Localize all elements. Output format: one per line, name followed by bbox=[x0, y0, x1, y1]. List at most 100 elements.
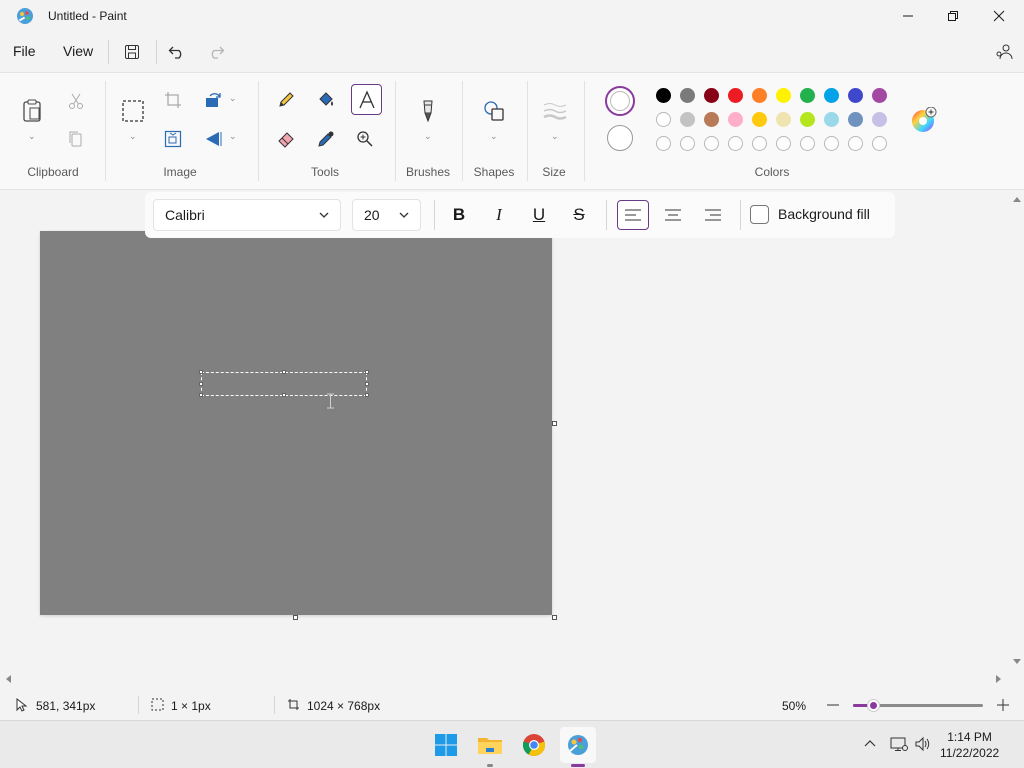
color-swatch[interactable] bbox=[752, 88, 767, 103]
canvas-resize-handle-bottom[interactable] bbox=[293, 615, 298, 620]
textbox-handle[interactable] bbox=[199, 370, 203, 374]
paste-button[interactable] bbox=[18, 97, 46, 125]
zoom-slider-thumb[interactable] bbox=[867, 700, 879, 711]
shapes-button[interactable] bbox=[480, 97, 508, 125]
color-swatch[interactable] bbox=[656, 88, 671, 103]
textbox-handle[interactable] bbox=[282, 393, 286, 397]
primary-color-swatch[interactable] bbox=[605, 86, 635, 116]
zoom-slider[interactable] bbox=[853, 700, 983, 711]
flip-button[interactable] bbox=[199, 125, 227, 153]
align-left-button[interactable] bbox=[617, 200, 649, 230]
canvas-resize-handle-corner[interactable] bbox=[552, 615, 557, 620]
color-swatch[interactable] bbox=[752, 112, 767, 127]
zoom-in-icon[interactable] bbox=[997, 699, 1009, 711]
color-swatch[interactable] bbox=[776, 88, 791, 103]
magnifier-button[interactable] bbox=[351, 125, 379, 153]
textbox-handle[interactable] bbox=[199, 382, 203, 386]
pencil-button[interactable] bbox=[272, 86, 300, 114]
resize-button[interactable] bbox=[159, 125, 187, 153]
start-button[interactable] bbox=[428, 727, 464, 763]
secondary-color-swatch[interactable] bbox=[607, 125, 633, 151]
copy-button[interactable] bbox=[62, 125, 90, 153]
save-button[interactable] bbox=[120, 40, 144, 64]
scroll-left-icon[interactable] bbox=[5, 675, 11, 683]
custom-color-slot[interactable] bbox=[680, 136, 695, 151]
custom-color-slot[interactable] bbox=[872, 136, 887, 151]
eraser-button[interactable] bbox=[272, 125, 300, 153]
align-right-button[interactable] bbox=[697, 200, 729, 230]
zoom-out-icon[interactable] bbox=[827, 704, 839, 706]
brushes-button[interactable] bbox=[414, 97, 442, 125]
italic-button[interactable]: I bbox=[483, 200, 515, 230]
crop-button[interactable] bbox=[159, 86, 187, 114]
brushes-dropdown-icon[interactable]: ⌄ bbox=[424, 131, 432, 142]
share-button[interactable] bbox=[992, 40, 1016, 64]
scroll-right-icon[interactable] bbox=[996, 675, 1002, 683]
custom-color-slot[interactable] bbox=[752, 136, 767, 151]
color-swatch[interactable] bbox=[800, 88, 815, 103]
color-swatch[interactable] bbox=[704, 88, 719, 103]
color-swatch[interactable] bbox=[872, 88, 887, 103]
color-swatch[interactable] bbox=[656, 112, 671, 127]
fill-button[interactable] bbox=[312, 86, 340, 114]
custom-color-slot[interactable] bbox=[800, 136, 815, 151]
shapes-dropdown-icon[interactable]: ⌄ bbox=[490, 131, 498, 142]
background-fill-checkbox[interactable] bbox=[750, 205, 769, 224]
custom-color-slot[interactable] bbox=[728, 136, 743, 151]
color-swatch[interactable] bbox=[704, 112, 719, 127]
color-swatch[interactable] bbox=[776, 112, 791, 127]
text-button[interactable] bbox=[351, 84, 382, 115]
color-swatch[interactable] bbox=[824, 88, 839, 103]
horizontal-scrollbar[interactable] bbox=[0, 672, 1010, 686]
vertical-scrollbar[interactable] bbox=[1010, 192, 1024, 670]
color-swatch[interactable] bbox=[680, 112, 695, 127]
custom-color-slot[interactable] bbox=[704, 136, 719, 151]
align-center-button[interactable] bbox=[657, 200, 689, 230]
custom-color-slot[interactable] bbox=[656, 136, 671, 151]
scroll-down-icon[interactable] bbox=[1013, 659, 1021, 665]
custom-color-slot[interactable] bbox=[848, 136, 863, 151]
restore-button[interactable] bbox=[930, 0, 976, 32]
font-size-select[interactable]: 20 bbox=[352, 199, 421, 231]
rotate-button[interactable] bbox=[199, 86, 227, 114]
cut-button[interactable] bbox=[62, 87, 90, 115]
color-swatch[interactable] bbox=[680, 88, 695, 103]
color-swatch[interactable] bbox=[800, 112, 815, 127]
textbox-handle[interactable] bbox=[365, 382, 369, 386]
network-icon[interactable] bbox=[890, 736, 908, 752]
custom-color-slot[interactable] bbox=[776, 136, 791, 151]
color-swatch[interactable] bbox=[824, 112, 839, 127]
view-menu[interactable]: View bbox=[63, 43, 93, 59]
size-button[interactable] bbox=[541, 97, 569, 125]
chrome-button[interactable] bbox=[516, 727, 552, 763]
file-menu[interactable]: File bbox=[13, 43, 36, 59]
file-explorer-button[interactable] bbox=[472, 727, 508, 763]
rotate-dropdown-icon[interactable]: ⌄ bbox=[229, 93, 237, 104]
size-dropdown-icon[interactable]: ⌄ bbox=[551, 131, 559, 142]
paste-dropdown-icon[interactable]: ⌄ bbox=[28, 131, 36, 142]
strikethrough-button[interactable]: S bbox=[563, 200, 595, 230]
chevron-up-icon[interactable] bbox=[864, 739, 876, 747]
volume-icon[interactable] bbox=[914, 736, 932, 752]
textbox-handle[interactable] bbox=[199, 393, 203, 397]
edit-colors-button[interactable] bbox=[910, 106, 937, 133]
color-picker-button[interactable] bbox=[312, 125, 340, 153]
underline-button[interactable]: U bbox=[523, 200, 555, 230]
custom-color-slot[interactable] bbox=[824, 136, 839, 151]
textbox-handle[interactable] bbox=[282, 370, 286, 374]
color-swatch[interactable] bbox=[848, 88, 863, 103]
drawing-canvas[interactable] bbox=[40, 231, 552, 615]
color-swatch[interactable] bbox=[728, 88, 743, 103]
minimize-button[interactable] bbox=[885, 0, 931, 32]
paint-taskbar-button[interactable] bbox=[560, 727, 596, 763]
color-swatch[interactable] bbox=[848, 112, 863, 127]
select-button[interactable] bbox=[119, 97, 147, 125]
select-dropdown-icon[interactable]: ⌄ bbox=[129, 131, 137, 142]
canvas-resize-handle-right[interactable] bbox=[552, 421, 557, 426]
flip-dropdown-icon[interactable]: ⌄ bbox=[229, 131, 237, 142]
clock[interactable]: 1:14 PM 11/22/2022 bbox=[940, 729, 999, 761]
textbox-handle[interactable] bbox=[365, 370, 369, 374]
textbox-handle[interactable] bbox=[365, 393, 369, 397]
scroll-up-icon[interactable] bbox=[1013, 196, 1021, 202]
undo-button[interactable] bbox=[165, 40, 189, 64]
